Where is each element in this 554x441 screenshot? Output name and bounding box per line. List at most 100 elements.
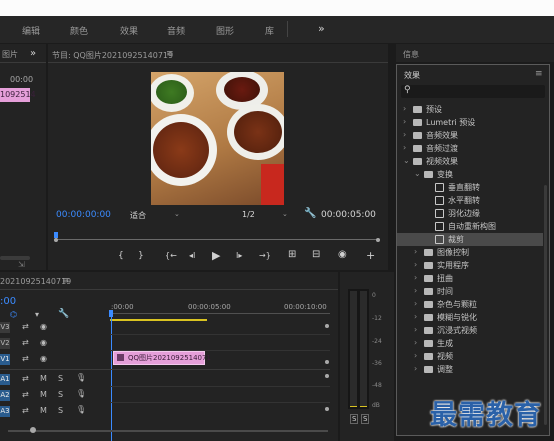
wrench-icon[interactable]: 🔧: [58, 309, 69, 319]
effects-folder-item[interactable]: › 模糊与锐化: [397, 311, 543, 324]
effects-search-input[interactable]: [415, 86, 541, 96]
effect-item[interactable]: 垂直翻转: [397, 181, 543, 194]
snap-icon[interactable]: ⌬: [10, 310, 17, 319]
current-timecode[interactable]: 00:00:00:00: [56, 210, 111, 220]
track-label-v2[interactable]: V2: [0, 338, 10, 349]
lift-button[interactable]: ⊞: [288, 249, 296, 260]
effects-folder-item[interactable]: › Lumetri 预设: [397, 116, 543, 129]
go-to-out-button[interactable]: →}: [259, 251, 271, 260]
sync-lock-icon[interactable]: ⇄: [22, 354, 29, 363]
chevron-right-icon[interactable]: ›: [414, 260, 417, 269]
effects-folder-item[interactable]: › 生成: [397, 337, 543, 350]
step-forward-button[interactable]: I▸: [236, 251, 242, 260]
effects-folder-item[interactable]: › 沉浸式视频: [397, 324, 543, 337]
video-frame[interactable]: [151, 72, 284, 205]
info-panel-title[interactable]: 信息: [403, 49, 419, 60]
sync-lock-icon[interactable]: ⇄: [22, 338, 29, 347]
panel-menu-icon[interactable]: ≡: [535, 69, 543, 79]
sync-lock-icon[interactable]: ⇄: [22, 374, 29, 383]
fit-dropdown[interactable]: 适合: [130, 210, 146, 221]
chevron-right-icon[interactable]: ›: [414, 351, 417, 360]
effects-search-field[interactable]: ⚲: [401, 85, 545, 98]
mute-button[interactable]: M: [40, 390, 47, 399]
scroll-handle[interactable]: [325, 360, 329, 364]
sync-lock-icon[interactable]: ⇄: [22, 322, 29, 331]
track-label-a3[interactable]: A3: [0, 406, 10, 417]
scroll-handle[interactable]: [325, 324, 329, 328]
effects-folder-item[interactable]: › 实用程序: [397, 259, 543, 272]
play-button[interactable]: ▶: [212, 249, 220, 262]
chevron-right-icon[interactable]: ›: [403, 143, 406, 152]
mute-button[interactable]: M: [40, 406, 47, 415]
track-label-a2[interactable]: A2: [0, 390, 10, 401]
solo-button[interactable]: S: [58, 374, 63, 383]
workspace-tab-audio[interactable]: 音频: [167, 24, 185, 37]
mark-out-button[interactable]: }: [138, 251, 144, 261]
effect-item[interactable]: 裁剪: [397, 233, 543, 246]
eye-icon[interactable]: ◉: [40, 338, 47, 347]
effects-folder-item[interactable]: › 调整: [397, 363, 543, 376]
effects-folder-item[interactable]: › 杂色与颗粒: [397, 298, 543, 311]
workspace-tab-effects[interactable]: 效果: [120, 24, 138, 37]
zoom-scroll-track[interactable]: [8, 430, 328, 432]
effects-folder-item[interactable]: › 图像控制: [397, 246, 543, 259]
chevron-right-icon[interactable]: ›: [414, 312, 417, 321]
playhead-marker[interactable]: [109, 310, 113, 317]
sync-lock-icon[interactable]: ⇄: [22, 390, 29, 399]
project-scrollbar[interactable]: [0, 256, 30, 260]
effects-folder-item[interactable]: › 扭曲: [397, 272, 543, 285]
effects-scrollbar[interactable]: [544, 185, 547, 425]
workspace-tab-color[interactable]: 颜色: [70, 24, 88, 37]
scroll-handle[interactable]: [325, 374, 329, 378]
project-panel-title[interactable]: 图片: [2, 49, 18, 60]
step-back-button[interactable]: ◂I: [189, 251, 195, 260]
eye-icon[interactable]: ◉: [40, 322, 47, 331]
chevron-right-icon[interactable]: ›: [403, 104, 406, 113]
track-label-a1[interactable]: A1: [0, 374, 10, 385]
sync-lock-icon[interactable]: ⇄: [22, 406, 29, 415]
chevron-right-icon[interactable]: ›: [403, 130, 406, 139]
microphone-icon[interactable]: 🎙: [76, 389, 86, 398]
chevron-right-icon[interactable]: ›: [414, 364, 417, 373]
effects-folder-item[interactable]: › 音频效果: [397, 129, 543, 142]
chevron-right-icon[interactable]: ›: [414, 273, 417, 282]
chevron-down-icon[interactable]: ⌄: [174, 210, 180, 218]
chevron-down-icon[interactable]: ⌄: [414, 169, 421, 178]
resolution-dropdown[interactable]: 1/2: [242, 210, 255, 219]
button-editor-button[interactable]: +: [366, 249, 375, 262]
microphone-icon[interactable]: 🎙: [76, 405, 86, 414]
chevron-down-icon[interactable]: ⌄: [282, 210, 288, 218]
effects-folder-item[interactable]: › 音频过渡: [397, 142, 543, 155]
workspace-overflow-icon[interactable]: »: [318, 22, 325, 35]
scrubber-start-handle[interactable]: [54, 238, 58, 242]
chevron-right-icon[interactable]: ›: [414, 325, 417, 334]
effects-panel-title[interactable]: 效果: [404, 70, 420, 81]
time-ruler[interactable]: [110, 313, 330, 314]
workspace-tab-libraries[interactable]: 库: [265, 24, 274, 37]
mark-in-button[interactable]: {: [118, 251, 124, 261]
list-view-icon[interactable]: ⇲: [18, 260, 25, 269]
chevron-right-icon[interactable]: ›: [414, 299, 417, 308]
timeline-timecode[interactable]: :00: [0, 296, 16, 307]
chevron-right-icon[interactable]: ›: [414, 247, 417, 256]
panel-overflow-icon[interactable]: »: [30, 48, 36, 59]
time-ruler[interactable]: [54, 239, 380, 240]
wrench-icon[interactable]: 🔧: [304, 208, 316, 219]
effects-folder-item[interactable]: › 时间: [397, 285, 543, 298]
effects-folder-item[interactable]: › 视频: [397, 350, 543, 363]
eye-icon[interactable]: ◉: [40, 354, 47, 363]
timeline-clip[interactable]: QQ图片2021092514071: [113, 351, 211, 365]
project-clip-item[interactable]: 1092514: [0, 88, 36, 102]
effect-item[interactable]: 羽化边缘: [397, 207, 543, 220]
chevron-down-icon[interactable]: ⌄: [403, 156, 410, 165]
panel-menu-icon[interactable]: ≡: [62, 276, 70, 286]
playhead-line[interactable]: [111, 317, 112, 441]
microphone-icon[interactable]: 🎙: [76, 373, 86, 382]
work-area-bar[interactable]: [110, 319, 207, 321]
workspace-tab-edit[interactable]: 编辑: [22, 24, 40, 37]
export-frame-button[interactable]: ◉: [338, 249, 347, 260]
chevron-right-icon[interactable]: ›: [414, 338, 417, 347]
workspace-tab-graphics[interactable]: 图形: [216, 24, 234, 37]
program-monitor-title[interactable]: 节目: QQ图片20210925140719: [52, 50, 173, 61]
sequence-tab[interactable]: 20210925140719: [0, 277, 71, 286]
